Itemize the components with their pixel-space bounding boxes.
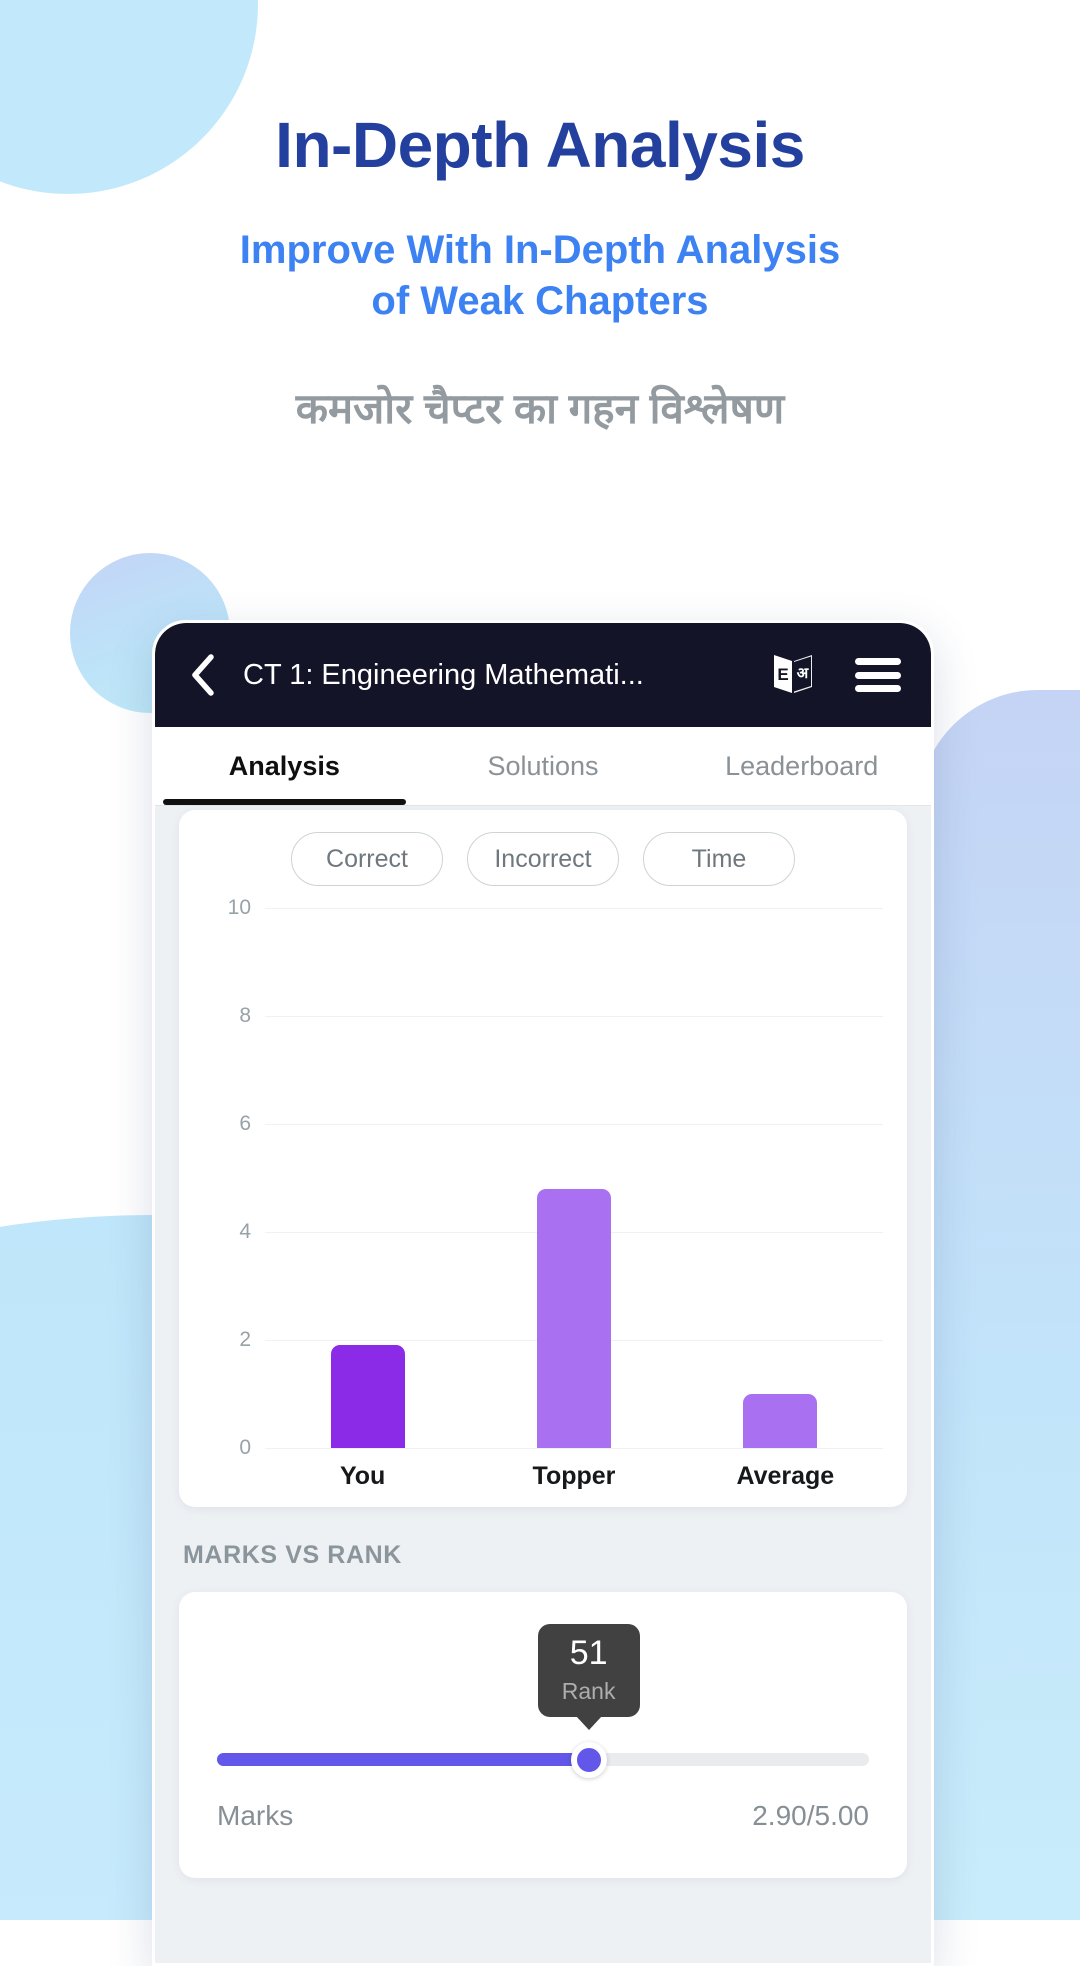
rank-tooltip-row: 51 Rank	[217, 1624, 869, 1742]
tab-leaderboard[interactable]: Leaderboard	[672, 727, 931, 805]
marks-vs-rank-card: 51 Rank Marks 2.90/5.00	[179, 1592, 907, 1878]
grid-line	[265, 1448, 883, 1449]
bar-slot	[318, 908, 418, 1448]
phone-screen: CT 1: Engineering Mathemati... E अ Analy…	[155, 623, 931, 1963]
phone-mockup: CT 1: Engineering Mathemati... E अ Analy…	[152, 620, 934, 1966]
y-axis-tick-label: 2	[239, 1327, 251, 1351]
x-axis-label: Average	[736, 1462, 835, 1490]
marks-label: Marks	[217, 1800, 294, 1831]
slider-thumb[interactable]	[570, 1742, 607, 1778]
y-axis-tick-label: 10	[227, 895, 251, 919]
bar-average[interactable]	[743, 1394, 817, 1448]
language-book-icon[interactable]: E अ	[767, 652, 819, 698]
menu-bar-3	[855, 685, 901, 692]
bar-slot	[730, 908, 830, 1448]
marks-rank-slider[interactable]	[217, 1742, 869, 1778]
app-bar: CT 1: Engineering Mathemati... E अ	[155, 623, 931, 727]
y-axis-tick-label: 8	[239, 1003, 251, 1027]
hero-subtitle-line-2: of Weak Chapters	[371, 279, 709, 324]
marks-vs-rank-heading: MARKS VS RANK	[183, 1541, 402, 1569]
grid-row: 0	[197, 1436, 883, 1459]
chip-time[interactable]: Time	[643, 832, 795, 886]
bar-chart-bars	[265, 908, 883, 1448]
marks-value: 2.90/5.00	[752, 1800, 869, 1831]
rank-label: Rank	[561, 1678, 616, 1704]
tab-analysis[interactable]: Analysis	[155, 727, 414, 805]
chip-correct[interactable]: Correct	[291, 832, 443, 886]
menu-bar-1	[855, 658, 901, 665]
rank-tooltip: 51 Rank	[537, 1624, 640, 1717]
bar-slot	[524, 908, 624, 1448]
y-axis-tick-label: 0	[239, 1435, 251, 1459]
hero-hindi-caption: कमजोर चैप्टर का गहन विश्लेषण	[295, 384, 785, 432]
hamburger-menu-icon[interactable]	[855, 658, 901, 692]
bar-topper[interactable]	[537, 1188, 611, 1448]
y-axis-tick-label: 4	[239, 1219, 251, 1243]
x-axis-label: You	[339, 1462, 386, 1490]
slider-fill	[217, 1753, 589, 1766]
marks-row: Marks 2.90/5.00	[217, 1800, 869, 1832]
svg-text:अ: अ	[797, 665, 809, 682]
chevron-left-icon[interactable]	[181, 654, 223, 696]
tab-solutions[interactable]: Solutions	[414, 727, 673, 805]
menu-bar-2	[855, 671, 901, 679]
bar-chart-plot: 10 8 6 4 2 0	[197, 896, 889, 1459]
y-axis-tick-label: 6	[239, 1111, 251, 1135]
bar-you[interactable]	[331, 1345, 405, 1448]
x-axis-label: Topper	[532, 1462, 616, 1490]
bar-chart-x-labels: You Topper Average	[189, 1462, 897, 1491]
page-title: In-Depth Analysis	[275, 109, 805, 181]
analysis-chart-card: Correct Incorrect Time 10 8 6 4 2 0 You Topper…	[179, 810, 907, 1507]
svg-text:E: E	[777, 665, 788, 684]
hero-headings: In-Depth Analysis Improve With In-Depth …	[0, 0, 1080, 434]
blob-right-panel	[918, 690, 1080, 1920]
hero-subtitle-line-1: Improve With In-Depth Analysis	[239, 228, 841, 273]
tab-bar: Analysis Solutions Leaderboard	[155, 727, 931, 806]
chip-incorrect[interactable]: Incorrect	[467, 832, 619, 886]
filter-chip-group: Correct Incorrect Time	[189, 828, 897, 908]
hero-subtitle: Improve With In-Depth Analysis of Weak C…	[0, 179, 1080, 327]
app-bar-title: CT 1: Engineering Mathemati...	[243, 658, 644, 691]
rank-value: 51	[569, 1634, 608, 1672]
